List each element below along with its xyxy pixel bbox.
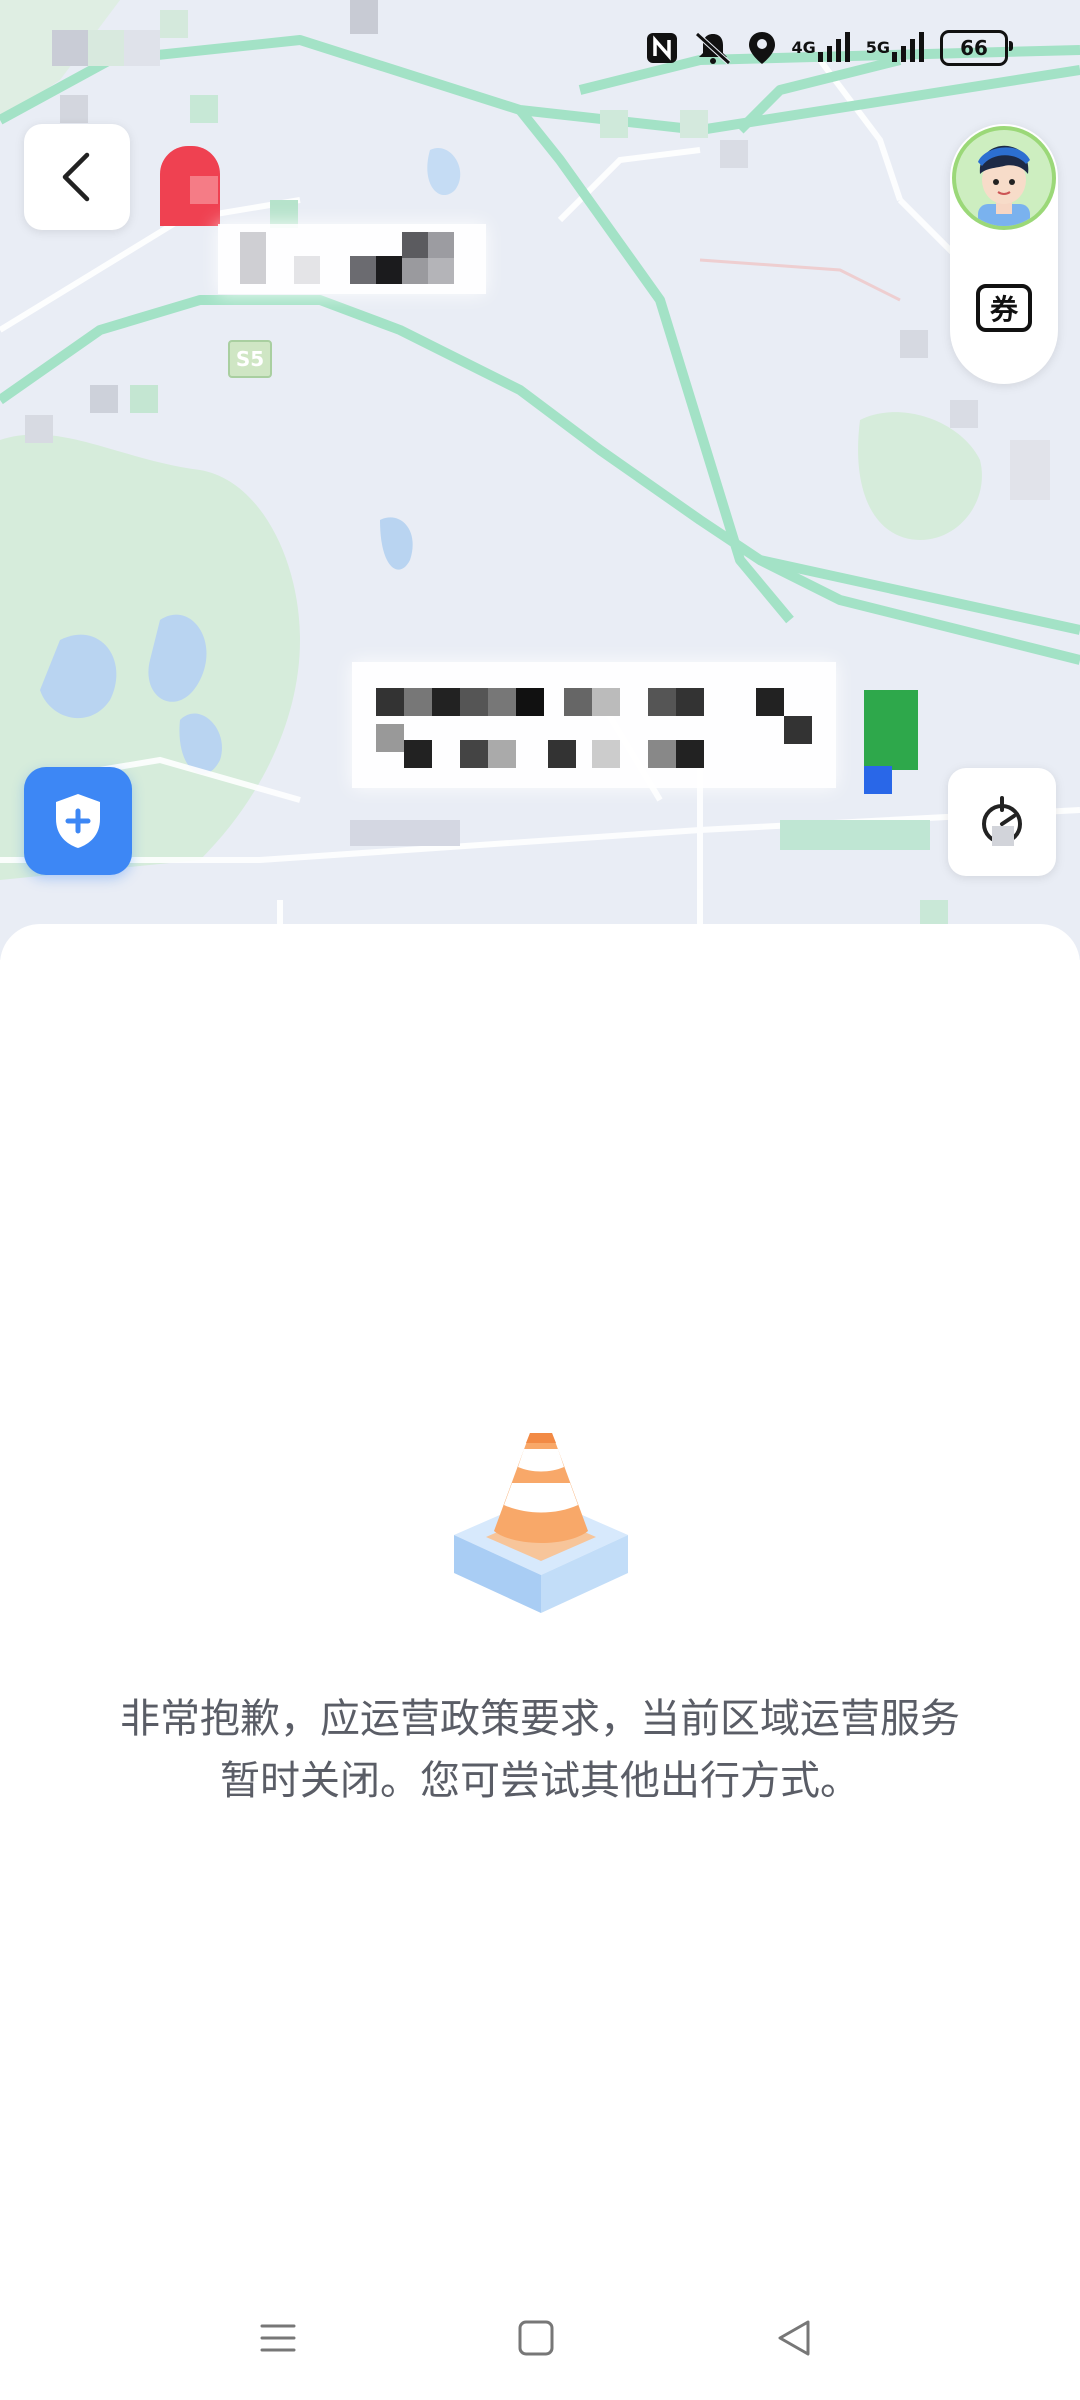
back-button[interactable] [24, 124, 130, 230]
status-bar: 4G 5G 66 [0, 0, 1080, 96]
coupon-icon: 券 [989, 293, 1018, 326]
nfc-icon [645, 31, 679, 65]
menu-icon [260, 2324, 296, 2352]
home-button[interactable] [506, 2308, 566, 2368]
home-icon [518, 2320, 554, 2356]
map-view[interactable]: S5 4G 5G 66 券 [0, 0, 1080, 960]
locate-button[interactable] [948, 768, 1056, 876]
pixelated-destination-label [352, 662, 836, 788]
coupon-button[interactable]: 券 [976, 284, 1032, 332]
battery-level: 66 [960, 36, 988, 60]
pixelated-place-label [218, 224, 486, 294]
back-nav-button[interactable] [764, 2308, 824, 2368]
bottom-sheet [0, 924, 1080, 2400]
chevron-left-icon [62, 152, 90, 202]
traffic-cone-icon [448, 1425, 634, 1615]
map-canvas [0, 0, 1080, 960]
avatar[interactable] [952, 126, 1056, 230]
location-icon [747, 30, 777, 66]
right-action-rail: 券 [950, 124, 1058, 384]
message-line-1: 非常抱歉，应运营政策要求，当前区域运营服务 [120, 1696, 960, 1742]
signal-icon: 5G [866, 32, 926, 64]
mute-icon [693, 30, 733, 66]
locate-icon [982, 796, 1022, 846]
safety-button[interactable] [24, 767, 132, 875]
message-line-2: 暂时关闭。您可尝试其他出行方式。 [220, 1758, 860, 1804]
signal-icon: 4G [791, 32, 851, 64]
menu-button[interactable] [248, 2308, 308, 2368]
battery-icon: 66 [940, 30, 1013, 66]
back-triangle-icon [778, 2320, 810, 2356]
shield-plus-icon [56, 794, 100, 848]
system-nav-bar [0, 2290, 1080, 2380]
service-closed-message: 非常抱歉，应运营政策要求，当前区域运营服务 暂时关闭。您可尝试其他出行方式。 [80, 1688, 1000, 1812]
road-shield: S5 [228, 340, 272, 378]
